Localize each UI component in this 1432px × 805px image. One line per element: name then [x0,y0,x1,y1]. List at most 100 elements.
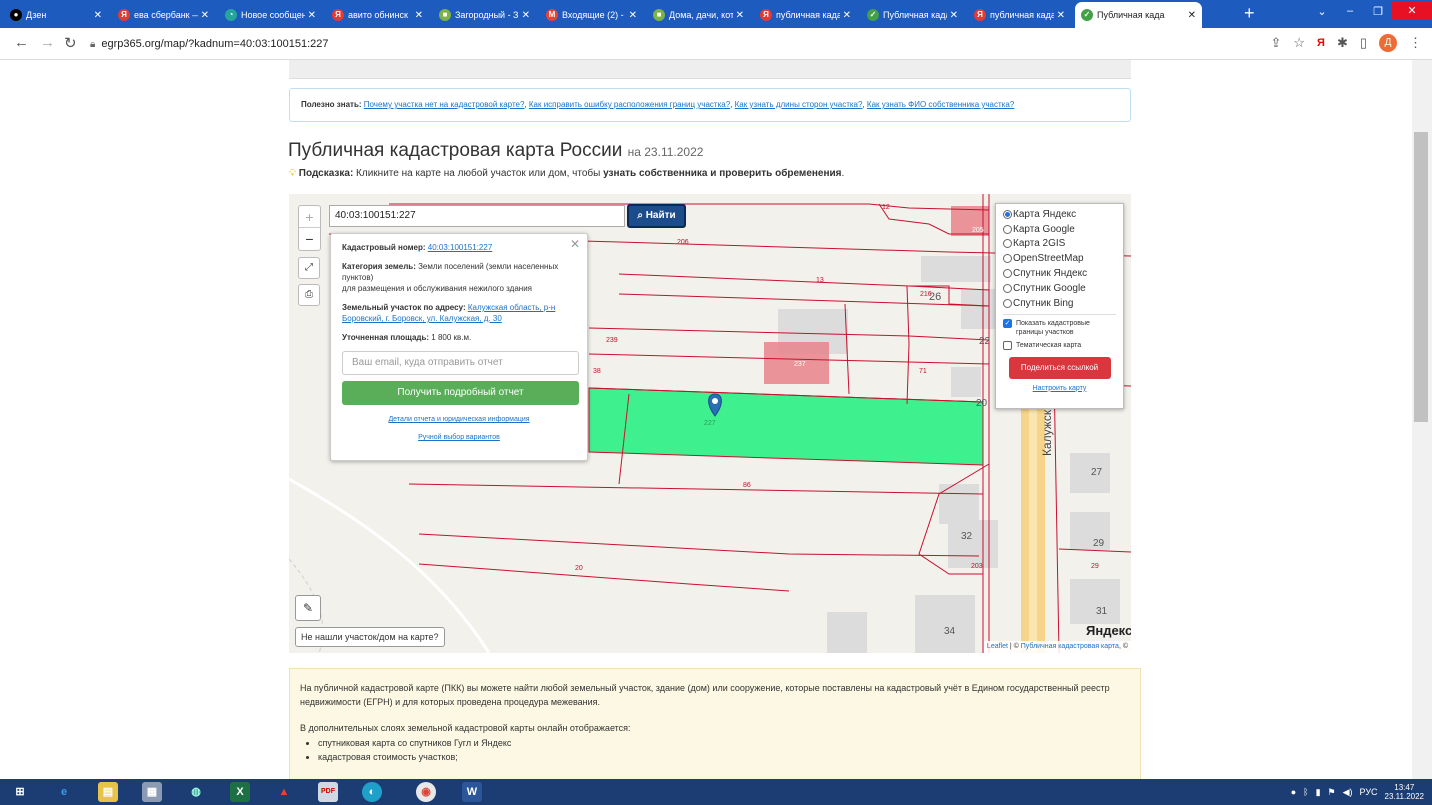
tab-close-icon[interactable]: ✕ [522,10,530,21]
maximize-button[interactable]: ❐ [1364,5,1392,18]
back-icon[interactable]: ← [14,34,29,51]
pdf-icon[interactable]: PDF [318,782,338,802]
layer-option[interactable]: Спутник Яндекс [1003,266,1116,281]
url-field[interactable]: 🔒︎ egrp365.org/map/?kadnum=40:03:100151:2… [90,34,329,55]
yandex-extension-icon[interactable]: Я [1317,37,1325,49]
realty-icon: ■ [439,9,451,21]
layer-option[interactable]: Спутник Google [1003,281,1116,296]
cadastral-search-input[interactable]: 40:03:100151:227 [329,205,625,227]
ruler-icon[interactable]: ✎ [295,595,321,621]
cadastral-map[interactable]: 12 206 205 13 216 26 239 22 237 71 38 86… [289,194,1131,653]
share-icon[interactable]: ⇪ [1270,35,1281,51]
tab-search-icon[interactable]: ⌄ [1308,5,1336,18]
flag-icon[interactable]: ⚑ [1328,787,1336,798]
tab-close-icon[interactable]: ✕ [1188,10,1196,21]
useful-link[interactable]: Почему участка нет на кадастровой карте? [364,100,525,109]
manual-choice-link[interactable]: Ручной выбор вариантов [418,434,500,441]
tab-7[interactable]: ■ Дома, дачи, кот ✕ [647,2,750,28]
cadnum-link[interactable]: 40:03:100151:227 [428,243,493,252]
report-details-link[interactable]: Детали отчета и юридическая информация [388,416,529,423]
media-icon[interactable]: ◍ [186,782,206,802]
tab-close-icon[interactable]: ✕ [629,10,637,21]
layer-option[interactable]: Спутник Bing [1003,296,1116,311]
word-icon[interactable]: W [462,782,482,802]
tab-5[interactable]: ■ Загородный - З ✕ [433,2,536,28]
get-report-button[interactable]: Получить подробный отчет [342,381,579,405]
thematic-checkbox[interactable]: Тематическая карта [1003,340,1116,350]
language-indicator[interactable]: РУС [1360,787,1378,797]
divider [1003,313,1116,315]
scrollbar-thumb[interactable] [1414,132,1428,422]
extensions-puzzle-icon[interactable]: ✱ [1337,35,1348,51]
radio-icon[interactable] [1003,224,1012,234]
bluetooth-icon[interactable]: ᛒ [1303,787,1308,797]
pkk-link[interactable]: Публичная кадастровая карта [1021,643,1119,650]
email-field[interactable]: Ваш email, куда отправить отчет [342,351,579,375]
tab-6[interactable]: M Входящие (2) - ✕ [540,2,643,28]
network-icon[interactable]: ▮ [1316,787,1321,798]
tab-2[interactable]: Яева сбербанк — ✕ [112,2,215,28]
leaflet-link[interactable]: Leaflet [987,643,1008,650]
new-tab-button[interactable]: + [1244,4,1255,22]
layer-option[interactable]: Карта 2GIS [1003,237,1116,252]
tab-11[interactable]: ✓ Публичная када ✕ [1075,2,1202,28]
radio-icon[interactable] [1003,269,1012,279]
reload-icon[interactable]: ↻ [64,34,77,52]
layer-option[interactable]: Карта Google [1003,222,1116,237]
share-link-button[interactable]: Поделиться ссылкой [1008,356,1111,379]
app-flame-icon[interactable]: ▲ [274,782,294,802]
print-icon[interactable]: ⎙ [298,284,320,306]
bookmark-star-icon[interactable]: ☆ [1293,35,1305,51]
radio-icon[interactable] [1003,254,1012,264]
tab-close-icon[interactable]: ✕ [94,10,102,21]
menu-kebab-icon[interactable]: ⋮ [1409,35,1422,51]
radio-icon[interactable] [1003,283,1012,293]
useful-link[interactable]: Как узнать ФИО собственника участка? [867,100,1014,109]
close-icon[interactable]: ✕ [570,237,580,251]
checkbox-icon[interactable] [1003,340,1012,350]
checkbox-checked-icon[interactable]: ✓ [1003,318,1012,328]
show-borders-checkbox[interactable]: ✓ Показать кадастровые границы участков [1003,318,1116,337]
tab-close-icon[interactable]: ✕ [415,10,423,21]
clock[interactable]: 13:47 23.11.2022 [1385,783,1424,801]
tab-1[interactable]: ● Дзен ✕ [4,2,108,28]
volume-icon[interactable]: ◀) [1343,787,1353,798]
tab-8[interactable]: Япубличная када ✕ [754,2,857,28]
profile-avatar[interactable]: Д [1379,34,1397,52]
radio-icon[interactable] [1003,209,1012,219]
zoom-out-button[interactable]: − [299,228,320,250]
tab-close-icon[interactable]: ✕ [736,10,744,21]
not-found-button[interactable]: Не нашли участок/дом на карте? [295,627,445,647]
tab-10[interactable]: Япубличная када ✕ [968,2,1071,28]
file-explorer-icon[interactable]: ▤ [98,782,118,802]
radio-icon[interactable] [1003,298,1012,308]
tab-close-icon[interactable]: ✕ [201,10,209,21]
minimize-button[interactable]: – [1336,5,1364,17]
tune-map-link[interactable]: Настроить карту [1003,385,1116,392]
tab-9[interactable]: ✓ Публичная када ✕ [861,2,964,28]
tab-close-icon[interactable]: ✕ [843,10,851,21]
layer-option[interactable]: OpenStreetMap [1003,251,1116,266]
yandex-tray-icon[interactable]: ● [1291,787,1296,797]
radio-icon[interactable] [1003,239,1012,249]
windows-start-icon[interactable]: ⊞ [10,782,30,802]
internet-explorer-icon[interactable]: e [54,782,74,802]
tab-4[interactable]: Яавито обнинск ✕ [326,2,429,28]
chrome-icon[interactable]: ◉ [416,782,436,802]
forward-icon[interactable]: → [40,34,55,51]
tab-close-icon[interactable]: ✕ [1057,10,1065,21]
zoom-in-button[interactable]: + [299,206,320,228]
find-button[interactable]: ⌕ Найти [627,204,686,228]
tab-close-icon[interactable]: ✕ [950,10,958,21]
calculator-icon[interactable]: ▦ [142,782,162,802]
layer-option[interactable]: Карта Яндекс [1003,207,1116,222]
useful-link[interactable]: Как узнать длины сторон участка? [735,100,863,109]
sidepanel-icon[interactable]: ▯ [1360,35,1367,51]
tab-3[interactable]: ◔ Новое сообщен ✕ [219,2,322,28]
excel-icon[interactable]: X [230,782,250,802]
tab-close-icon[interactable]: ✕ [308,10,316,21]
close-window-button[interactable]: ✕ [1392,2,1432,20]
edge-icon[interactable]: ◐ [362,782,382,802]
fullscreen-icon[interactable]: ⤢ [298,257,320,279]
useful-link[interactable]: Как исправить ошибку расположения границ… [529,100,730,109]
